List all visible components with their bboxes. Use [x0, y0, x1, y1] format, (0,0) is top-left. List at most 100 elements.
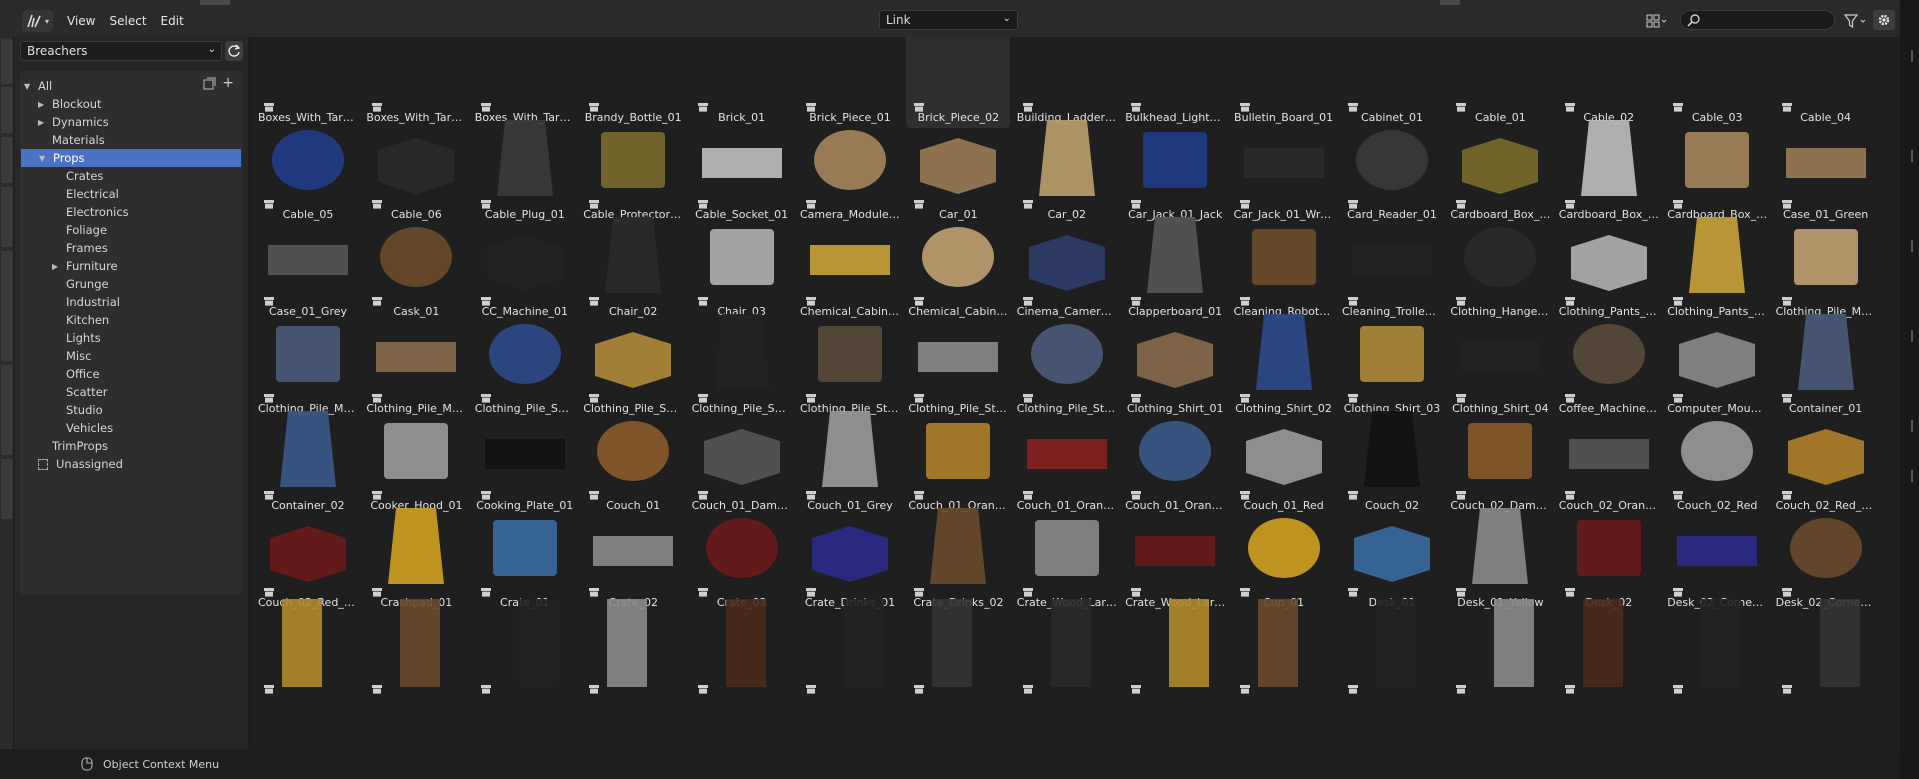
asset-thumbnail: [1494, 599, 1535, 687]
catalog-label: Furniture: [66, 259, 118, 273]
catalog-item-unassigned[interactable]: Unassigned: [20, 455, 230, 473]
catalog-item-foliage[interactable]: Foliage: [20, 221, 230, 239]
asset-tile[interactable]: [1123, 595, 1227, 710]
menu-view[interactable]: View: [67, 14, 95, 28]
catalog-item-frames[interactable]: Frames: [20, 239, 230, 257]
asset-thumbnail: [822, 411, 878, 487]
asset-preview-shape: [486, 235, 563, 291]
filter-button[interactable]: [1843, 11, 1869, 31]
refresh-library-button[interactable]: [225, 41, 243, 61]
asset-preview-shape: [713, 314, 770, 390]
menu-edit[interactable]: Edit: [161, 14, 184, 28]
asset-preview-shape: [492, 520, 557, 576]
sidebar-tab[interactable]: [1, 39, 13, 84]
sidebar-tab[interactable]: [1, 251, 13, 361]
asset-tile[interactable]: [473, 595, 577, 710]
catalog-item-materials[interactable]: Materials: [20, 131, 230, 149]
catalog-label: All: [38, 79, 53, 93]
catalog-label: TrimProps: [52, 439, 108, 453]
asset-preview-shape: [376, 342, 457, 372]
asset-preview-shape: [1139, 421, 1212, 481]
asset-browser-header: ▾ View Select Edit Link ⌄: [0, 5, 1900, 37]
asset-thumbnail: [518, 599, 559, 687]
asset-preview-shape: [932, 599, 973, 687]
asset-thumbnail: [1247, 518, 1320, 578]
funnel-icon: [1844, 14, 1866, 28]
asset-tile[interactable]: [581, 595, 685, 710]
catalog-item-office[interactable]: Office: [20, 365, 230, 383]
asset-thumbnail: [1689, 217, 1746, 293]
search-field[interactable]: [1680, 10, 1835, 30]
catalog-item-crates[interactable]: Crates: [20, 167, 230, 185]
catalog-item-props[interactable]: ▼ Props: [21, 149, 241, 167]
asset-thumbnail: [1021, 37, 1113, 105]
asset-tile[interactable]: [256, 595, 360, 710]
catalog-item-industrial[interactable]: Industrial: [20, 293, 230, 311]
expand-right-icon[interactable]: ▶: [52, 262, 62, 271]
asset-thumbnail: [1356, 130, 1428, 190]
settings-button[interactable]: [1873, 10, 1895, 30]
editor-type-button[interactable]: ▾: [22, 10, 54, 32]
catalog-item-dynamics[interactable]: ▶ Dynamics: [20, 113, 230, 131]
asset-preview-shape: [384, 423, 449, 479]
asset-preview-shape: [593, 536, 674, 566]
catalog-item-furniture[interactable]: ▶ Furniture: [20, 257, 230, 275]
catalog-item-scatter[interactable]: Scatter: [20, 383, 230, 401]
asset-tile[interactable]: [364, 595, 468, 710]
asset-thumbnail: [696, 37, 788, 105]
search-input[interactable]: [1705, 13, 1825, 27]
asset-preview-shape: [1468, 423, 1533, 479]
import-method-dropdown[interactable]: Link ⌄: [879, 10, 1018, 30]
asset-tile[interactable]: [1665, 595, 1769, 710]
catalog-item-kitchen[interactable]: Kitchen: [20, 311, 230, 329]
catalog-item-vehicles[interactable]: Vehicles: [20, 419, 230, 437]
asset-browser-window: ▾ View Select Edit Link ⌄ Breachers ⌄ + …: [0, 0, 1919, 779]
expand-down-icon[interactable]: ▼: [39, 154, 49, 163]
asset-tile[interactable]: [1232, 595, 1336, 710]
asset-thumbnail: [1462, 138, 1539, 194]
asset-thumbnail: [1464, 227, 1537, 287]
catalog-item-studio[interactable]: Studio: [20, 401, 230, 419]
expand-right-icon[interactable]: ▶: [38, 100, 48, 109]
asset-preview-shape: [380, 227, 453, 287]
asset-thumbnail: [1034, 520, 1099, 576]
asset-thumbnail: [1576, 520, 1641, 576]
asset-thumbnail: [1050, 599, 1091, 687]
asset-preview-shape: [922, 227, 995, 287]
asset-library-dropdown[interactable]: Breachers ⌄: [20, 41, 222, 61]
sidebar-tab[interactable]: [1, 459, 13, 519]
asset-thumbnail: [1780, 37, 1872, 105]
asset-preview-shape: [1472, 508, 1529, 584]
asset-tile[interactable]: [1774, 595, 1878, 710]
catalog-item-lights[interactable]: Lights: [20, 329, 230, 347]
catalog-item-electrical[interactable]: Electrical: [20, 185, 230, 203]
asset-preview-shape: [1580, 120, 1637, 196]
asset-preview-shape: [1251, 229, 1316, 285]
catalog-item-misc[interactable]: Misc: [20, 347, 230, 365]
sidebar-tab[interactable]: [1, 137, 13, 183]
unassigned-catalog-icon: [38, 458, 48, 470]
sidebar-tab[interactable]: [1, 365, 13, 455]
asset-thumbnail: [587, 37, 679, 105]
catalog-item-grunge[interactable]: Grunge: [20, 275, 230, 293]
catalog-item-electronics[interactable]: Electronics: [20, 203, 230, 221]
asset-tile[interactable]: [1340, 595, 1444, 710]
asset-tile[interactable]: [798, 595, 902, 710]
expand-down-icon[interactable]: ▼: [24, 82, 34, 91]
sidebar-tab[interactable]: [1, 87, 13, 133]
asset-tile[interactable]: [1015, 595, 1119, 710]
asset-tile[interactable]: [1557, 595, 1661, 710]
catalog-item-trimprops[interactable]: TrimProps: [20, 437, 230, 455]
asset-preview-shape: [822, 411, 878, 487]
sidebar-tab[interactable]: [1, 187, 13, 247]
asset-tile[interactable]: [690, 595, 794, 710]
asset-preview-shape: [926, 423, 991, 479]
catalog-item-all[interactable]: ▼ All: [20, 77, 230, 95]
asset-tile[interactable]: [906, 595, 1010, 710]
catalog-item-blockout[interactable]: ▶ Blockout: [20, 95, 230, 113]
display-mode-button[interactable]: [1644, 11, 1670, 31]
asset-thumbnail: [607, 599, 648, 687]
menu-select[interactable]: Select: [110, 14, 147, 28]
expand-right-icon[interactable]: ▶: [38, 118, 48, 127]
asset-tile[interactable]: [1448, 595, 1552, 710]
